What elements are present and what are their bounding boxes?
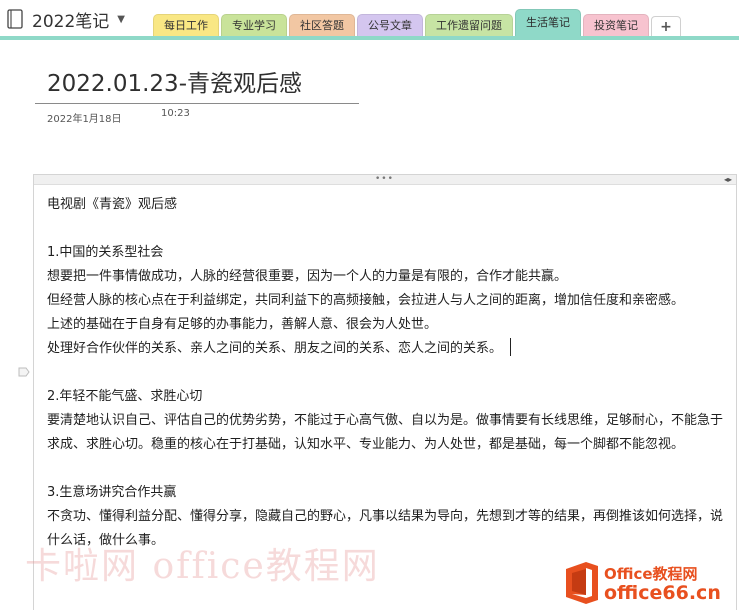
tab-investment-notes[interactable]: 投资笔记 [583,14,649,36]
tab-community-answers[interactable]: 社区答题 [289,14,355,36]
office-logo-icon [566,562,598,604]
resize-arrows-icon[interactable]: ◂▸ [724,175,732,184]
note-line[interactable]: 电视剧《青瓷》观后感 [47,193,732,217]
note-line[interactable]: 1.中国的关系型社会 [47,241,732,265]
text-cursor [510,338,512,356]
watermark-logo-line1: Office教程网 [604,565,698,583]
note-line[interactable]: 想要把一件事情做成功，人脉的经营很重要，因为一个人的力量是有限的，合作才能共赢。 [47,265,732,289]
blank-line[interactable] [47,217,732,241]
blank-line[interactable] [47,361,732,385]
tab-work-issues[interactable]: 工作遗留问题 [425,14,513,36]
blank-line[interactable] [47,457,732,481]
title-divider [35,103,359,104]
note-line[interactable]: 3.生意场讲究合作共赢 [47,481,732,505]
drag-grip-icon[interactable]: ••• [375,175,394,184]
note-line[interactable]: 处理好合作伙伴的关系、亲人之间的关系、朋友之间的关系、恋人之间的关系。 [47,337,732,361]
note-body[interactable]: 电视剧《青瓷》观后感 1.中国的关系型社会 想要把一件事情做成功，人脉的经营很重要，… [47,193,732,553]
tab-public-articles[interactable]: 公号文章 [357,14,423,36]
watermark-logo: Office教程网 office66.cn [560,557,738,609]
note-line[interactable]: 2.年轻不能气盛、求胜心切 [47,385,732,409]
note-line[interactable]: 上述的基础在于自身有足够的办事能力，善解人意、很会为人处世。 [47,313,732,337]
note-container-handle[interactable]: ••• ◂▸ [34,175,736,185]
note-line[interactable]: 不贪功、懂得利益分配、懂得分享，隐藏自己的野心，凡事以结果为导向，先想到才等的结… [47,505,732,553]
note-container[interactable]: ••• ◂▸ 电视剧《青瓷》观后感 1.中国的关系型社会 想要把一件事情做成功，人脉… [33,174,737,610]
tab-daily-work[interactable]: 每日工作 [153,14,219,36]
watermark-logo-line2: office66.cn [604,582,721,604]
page-title[interactable]: 2022.01.23-青瓷观后感 [47,64,302,98]
add-section-button[interactable]: + [651,16,681,36]
chevron-down-icon: ▼ [117,13,125,25]
page-time: 10:23 [161,108,190,119]
onenote-window: 2022笔记 ▼ 每日工作 专业学习 社区答题 公号文章 工作遗留问题 生活笔记… [0,0,739,610]
top-bar: 2022笔记 ▼ 每日工作 专业学习 社区答题 公号文章 工作遗留问题 生活笔记… [0,0,739,36]
notebook-icon [7,9,23,29]
tab-strip-accent [0,36,739,40]
paragraph-handle-icon[interactable] [18,367,30,377]
tab-life-notes[interactable]: 生活笔记 [515,9,581,36]
tab-professional-study[interactable]: 专业学习 [221,14,287,36]
page-date: 2022年1月18日 [47,114,122,125]
note-line[interactable]: 要清楚地认识自己、评估自己的优势劣势，不能过于心高气傲、自以为是。做事情要有长线… [47,409,732,457]
notebook-selector[interactable]: 2022笔记 ▼ [6,4,125,34]
note-line[interactable]: 但经营人脉的核心点在于利益绑定，共同利益下的高频接触，会拉进人与人之间的距离，增… [47,289,732,313]
notebook-title: 2022笔记 [32,11,110,32]
section-tabs: 每日工作 专业学习 社区答题 公号文章 工作遗留问题 生活笔记 投资笔记 + [153,9,681,36]
